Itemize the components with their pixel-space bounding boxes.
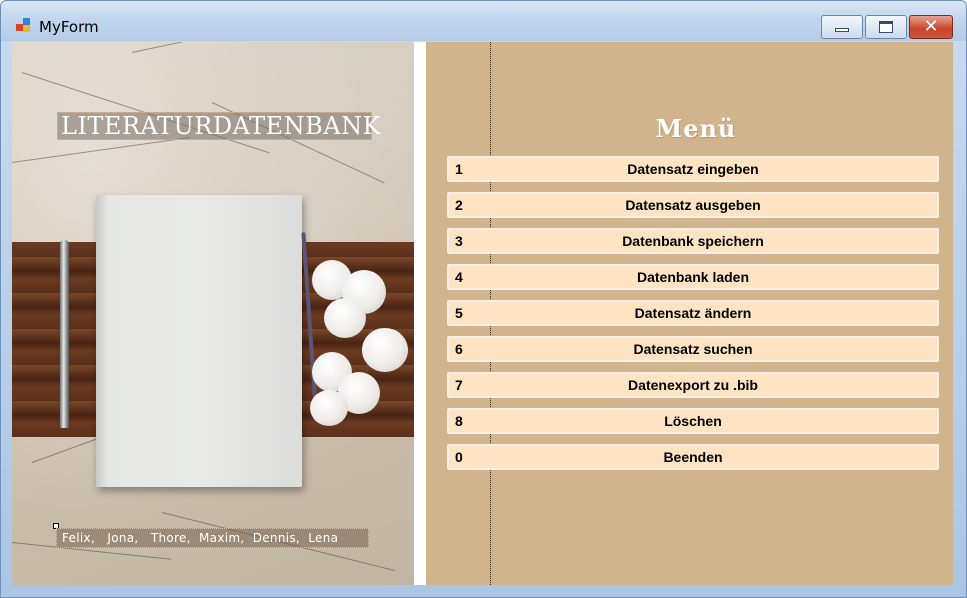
database-title-label: Literaturdatenbank — [57, 112, 381, 140]
menu-button-datensatz-aendern[interactable]: Datensatz ändern 5 — [447, 300, 939, 326]
menu-button-label: Datensatz suchen — [633, 341, 753, 357]
app-window: MyForm ✕ LITERATURDATENBANK Felix, Jona,… — [0, 0, 967, 598]
menu-button-datenbank-speichern[interactable]: Datenbank speichern 3 — [447, 228, 939, 254]
menu-button-key: 0 — [455, 449, 463, 465]
menu-button-key: 2 — [455, 197, 463, 213]
maximize-button[interactable] — [865, 15, 907, 39]
menu-button-datenbank-laden[interactable]: Datenbank laden 4 — [447, 264, 939, 290]
menu-button-key: 4 — [455, 269, 463, 285]
menu-button-datensatz-ausgeben[interactable]: Datensatz ausgeben 2 — [447, 192, 939, 218]
title-bar[interactable]: MyForm ✕ — [1, 1, 966, 41]
menu-button-label: Datensatz ändern — [634, 305, 752, 321]
menu-button-label: Beenden — [663, 449, 723, 465]
menu-button-label: Datenbank laden — [636, 269, 750, 285]
maximize-icon — [879, 21, 893, 33]
menu-button-label: Datensatz ausgeben — [625, 197, 761, 213]
menu-button-key: 8 — [455, 413, 463, 429]
menu-button-loeschen[interactable]: Löschen 8 — [447, 408, 939, 434]
menu-button-label: Datenexport zu .bib — [628, 377, 758, 393]
menu-button-datensatz-suchen[interactable]: Datensatz suchen 6 — [447, 336, 939, 362]
book-image — [96, 195, 302, 487]
close-button[interactable]: ✕ — [909, 15, 953, 39]
menu-button-datensatz-eingeben[interactable]: Datensatz eingeben 1 — [447, 156, 939, 182]
pen-image — [60, 240, 69, 428]
minimize-icon — [835, 28, 849, 32]
cover-image: Literaturdatenbank Felix, Jona, Thore, M… — [12, 42, 414, 585]
authors-label: Felix, Jona, Thore, Maxim, Dennis, Lena — [56, 528, 369, 548]
app-icon — [16, 18, 32, 34]
menu-button-key: 6 — [455, 341, 463, 357]
menu-button-datenexport-bib[interactable]: Datenexport zu .bib 7 — [447, 372, 939, 398]
menu-button-key: 3 — [455, 233, 463, 249]
form-client-area: Literaturdatenbank Felix, Jona, Thore, M… — [12, 42, 953, 585]
window-title: MyForm — [39, 18, 99, 36]
menu-button-key: 1 — [455, 161, 463, 177]
menu-button-label: Löschen — [664, 413, 722, 429]
minimize-button[interactable] — [821, 15, 863, 39]
menu-panel: Menü Datensatz eingeben 1 Datensatz ausg… — [426, 42, 953, 585]
menu-button-beenden[interactable]: Beenden 0 — [447, 444, 939, 470]
menu-button-key: 5 — [455, 305, 463, 321]
menu-button-label: Datenbank speichern — [622, 233, 764, 249]
panel-divider — [414, 42, 426, 585]
menu-button-key: 7 — [455, 377, 463, 393]
menu-button-label: Datensatz eingeben — [627, 161, 759, 177]
menu-title: Menü — [655, 114, 737, 143]
close-icon: ✕ — [923, 16, 939, 37]
